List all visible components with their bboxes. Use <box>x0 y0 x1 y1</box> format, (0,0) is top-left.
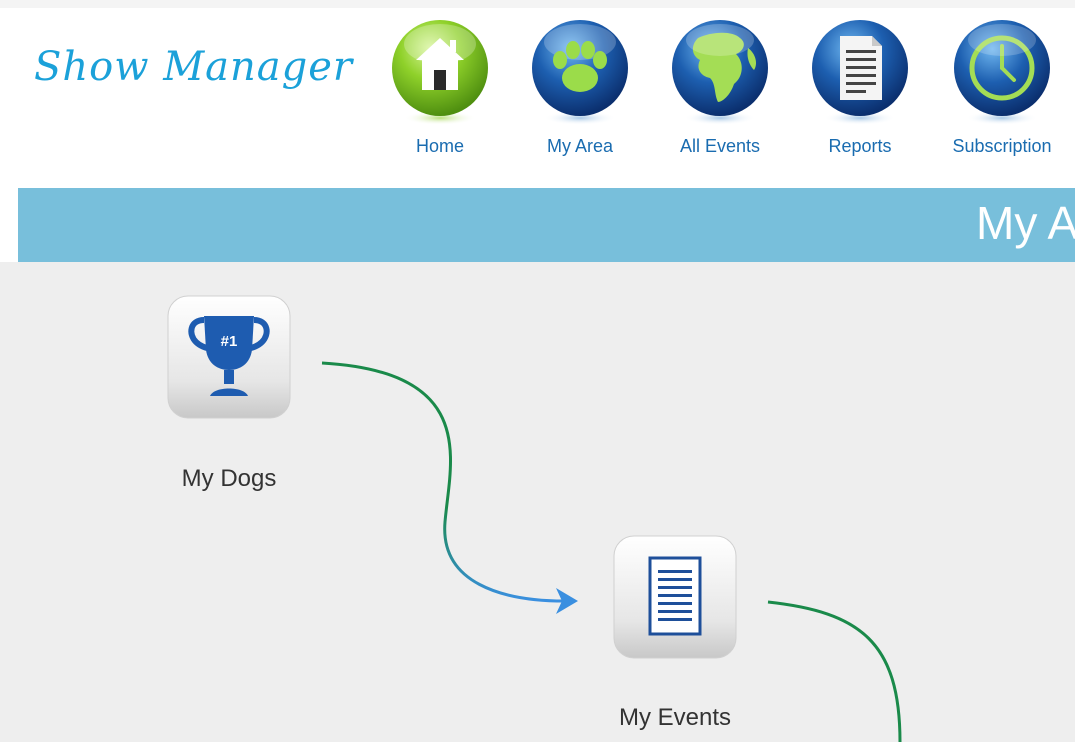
nav-subscription-label: Subscription <box>952 136 1052 156</box>
nav-all-events[interactable]: All Events <box>655 18 785 163</box>
home-icon <box>392 20 488 125</box>
clock-icon <box>954 20 1050 125</box>
my-events-label: My Events <box>618 704 732 731</box>
my-events-tile[interactable] <box>612 534 738 660</box>
nav-home[interactable]: Home <box>375 18 505 163</box>
globe-icon <box>672 20 768 125</box>
svg-text:#1: #1 <box>221 333 238 350</box>
nav-home-label: Home <box>415 136 464 156</box>
document-icon <box>648 556 702 636</box>
nav-my-area-label: My Area <box>546 136 614 156</box>
nav-subscription[interactable]: Subscription <box>937 18 1067 163</box>
app-logo[interactable]: Show Manager <box>34 44 353 90</box>
nav-my-area[interactable]: My Area <box>515 18 645 163</box>
flow-line-dogs-to-events <box>321 361 571 603</box>
nav-reports[interactable]: Reports <box>795 18 925 163</box>
page-title: My A <box>976 197 1075 249</box>
top-strip <box>0 0 1075 8</box>
nav-reports-label: Reports <box>828 136 892 156</box>
document-icon <box>812 20 908 125</box>
my-dogs-tile[interactable]: #1 <box>166 294 292 420</box>
my-dogs-label: My Dogs <box>181 465 277 492</box>
app-window: Show Manager Home My Area All Events Rep… <box>0 0 1075 742</box>
paw-icon <box>532 20 628 125</box>
page-title-band: My A <box>18 188 1075 262</box>
content-area: #1 My Dogs My Events <box>0 262 1075 742</box>
flow-connectors <box>321 361 902 742</box>
flow-line-events-next <box>767 600 902 742</box>
nav-all-events-label: All Events <box>679 136 761 156</box>
